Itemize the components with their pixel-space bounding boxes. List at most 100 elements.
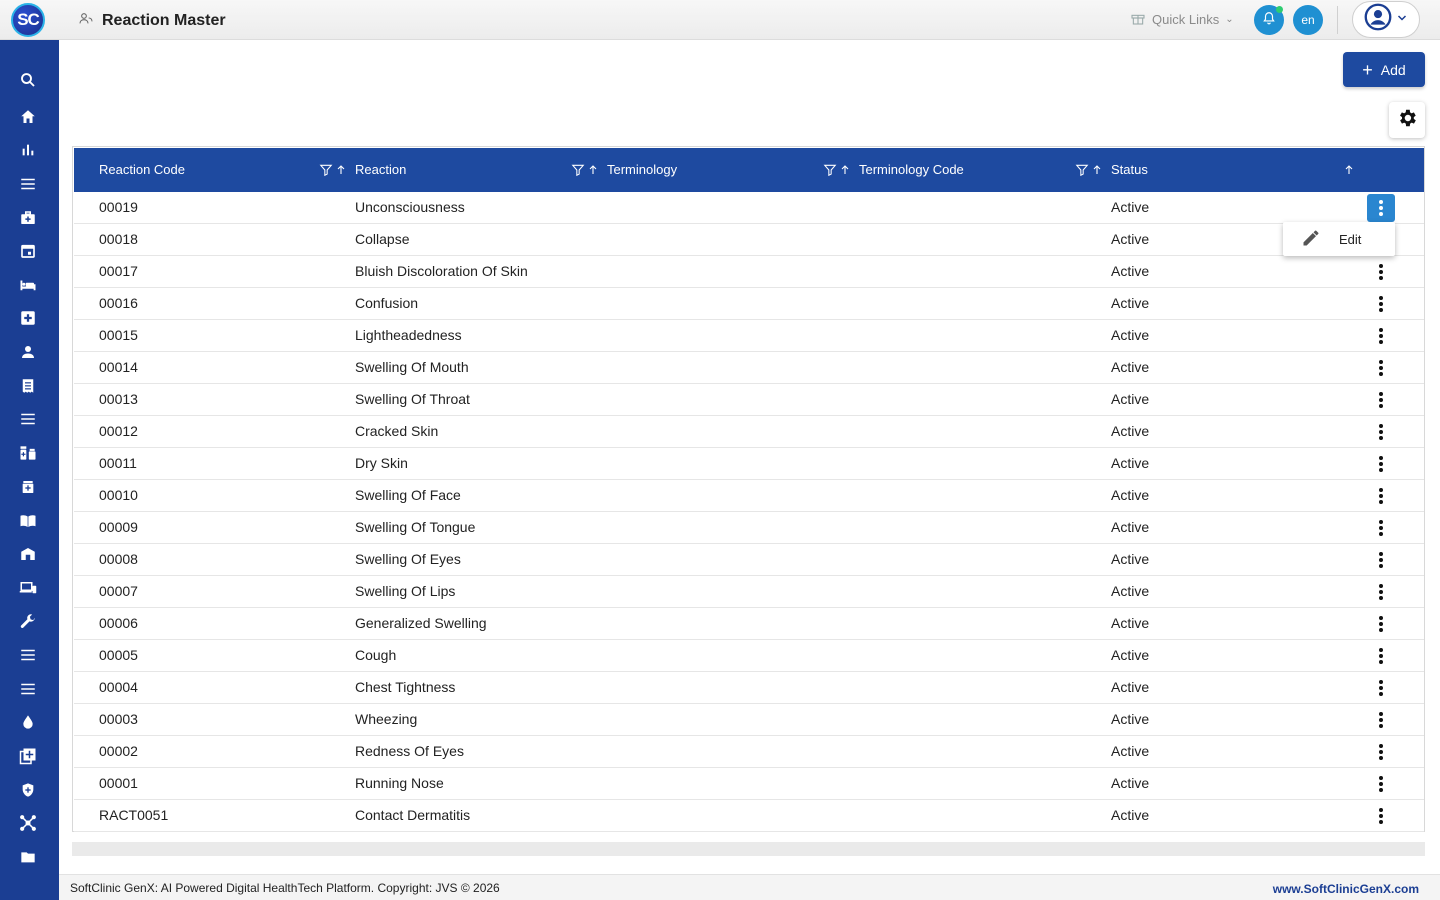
pharmacy-icon[interactable] [17, 442, 39, 464]
cell-reaction: Swelling Of Lips [355, 583, 456, 599]
cell-reaction-code: RACT0051 [99, 807, 169, 823]
table-row[interactable]: 00017 Bluish Discoloration Of Skin Active [74, 256, 1424, 288]
edit-menu-item[interactable]: Edit [1339, 232, 1361, 247]
list-icon[interactable] [17, 408, 39, 430]
folder-icon[interactable] [17, 846, 39, 868]
column-controls[interactable] [1075, 163, 1103, 177]
column-controls[interactable] [1343, 163, 1355, 177]
row-actions-button[interactable] [1367, 770, 1395, 798]
table-row[interactable]: 00013 Swelling Of Throat Active [74, 384, 1424, 416]
book-icon[interactable] [17, 510, 39, 532]
table-row[interactable]: 00002 Redness Of Eyes Active [74, 736, 1424, 768]
row-actions-button[interactable] [1367, 450, 1395, 478]
row-actions-button[interactable] [1367, 706, 1395, 734]
wrench-icon[interactable] [17, 611, 39, 633]
column-controls[interactable] [571, 163, 599, 177]
column-header-terminology[interactable]: Terminology [607, 148, 677, 192]
row-actions-button[interactable] [1367, 802, 1395, 830]
drop-icon[interactable] [17, 711, 39, 733]
table-row[interactable]: 00005 Cough Active [74, 640, 1424, 672]
row-actions-button[interactable] [1367, 674, 1395, 702]
table-row[interactable]: 00010 Swelling Of Face Active [74, 480, 1424, 512]
list-icon[interactable] [17, 678, 39, 700]
table-row[interactable]: 00018 Collapse Active [74, 224, 1424, 256]
table-row[interactable]: 00007 Swelling Of Lips Active [74, 576, 1424, 608]
menu-icon[interactable] [17, 173, 39, 195]
row-actions-button[interactable] [1367, 482, 1395, 510]
row-actions-button[interactable] [1367, 642, 1395, 670]
column-controls[interactable] [823, 163, 851, 177]
person-icon[interactable] [17, 341, 39, 363]
add-button[interactable]: + Add [1343, 52, 1425, 87]
row-actions-button[interactable] [1367, 418, 1395, 446]
bar-chart-icon[interactable] [17, 139, 39, 161]
table-row[interactable]: 00003 Wheezing Active [74, 704, 1424, 736]
column-header-status[interactable]: Status [1111, 148, 1148, 192]
hub-icon[interactable] [17, 812, 39, 834]
bed-icon[interactable] [17, 274, 39, 296]
more-vertical-icon [1379, 424, 1383, 440]
horizontal-scrollbar[interactable] [72, 842, 1425, 856]
table-row[interactable]: 00012 Cracked Skin Active [74, 416, 1424, 448]
row-actions-button[interactable] [1367, 738, 1395, 766]
column-header-reaction[interactable]: Reaction [355, 148, 406, 192]
row-actions-button[interactable] [1367, 578, 1395, 606]
app-logo[interactable]: SC [11, 3, 45, 37]
row-actions-button[interactable] [1367, 610, 1395, 638]
gift-icon [1130, 10, 1146, 29]
table-row[interactable]: 00008 Swelling Of Eyes Active [74, 544, 1424, 576]
row-actions-button[interactable] [1367, 322, 1395, 350]
user-menu-button[interactable] [1352, 1, 1420, 38]
table-row[interactable]: 00006 Generalized Swelling Active [74, 608, 1424, 640]
table-row[interactable]: 00009 Swelling Of Tongue Active [74, 512, 1424, 544]
table-row[interactable]: 00014 Swelling Of Mouth Active [74, 352, 1424, 384]
filter-icon [319, 164, 333, 177]
column-controls[interactable] [319, 163, 347, 177]
cell-reaction: Dry Skin [355, 455, 408, 471]
row-actions-button[interactable] [1367, 386, 1395, 414]
receipt-icon[interactable] [17, 375, 39, 397]
row-actions-button[interactable] [1367, 546, 1395, 574]
table-row[interactable]: 00019 Unconsciousness Active [74, 192, 1424, 224]
medicine-box-icon[interactable] [17, 476, 39, 498]
cell-reaction-code: 00003 [99, 711, 138, 727]
medical-plus-icon[interactable] [17, 307, 39, 329]
row-actions-button[interactable] [1367, 354, 1395, 382]
cell-reaction: Swelling Of Mouth [355, 359, 469, 375]
table-row[interactable]: RACT0051 Contact Dermatitis Active [74, 800, 1424, 832]
row-actions-button[interactable] [1367, 194, 1395, 222]
table-settings-button[interactable] [1389, 102, 1425, 138]
list-icon[interactable] [17, 644, 39, 666]
row-actions-button[interactable] [1367, 514, 1395, 542]
table-row[interactable]: 00015 Lightheadedness Active [74, 320, 1424, 352]
row-actions-button[interactable] [1367, 290, 1395, 318]
table-row[interactable]: 00001 Running Nose Active [74, 768, 1424, 800]
cell-status: Active [1111, 647, 1150, 663]
column-header-reaction-code[interactable]: Reaction Code [99, 148, 185, 192]
cell-status: Active [1111, 423, 1150, 439]
cell-status: Active [1111, 743, 1150, 759]
calendar-icon[interactable] [17, 240, 39, 262]
table-row[interactable]: 00016 Confusion Active [74, 288, 1424, 320]
add-box-icon[interactable] [17, 745, 39, 767]
quick-links-dropdown[interactable]: Quick Links ⌄ [1130, 10, 1234, 29]
table-row[interactable]: 00011 Dry Skin Active [74, 448, 1424, 480]
notification-button[interactable] [1254, 5, 1284, 35]
column-header-terminology-code[interactable]: Terminology Code [859, 148, 964, 192]
language-button[interactable]: en [1293, 5, 1323, 35]
medical-bag-icon[interactable] [17, 207, 39, 229]
table-row[interactable]: 00004 Chest Tightness Active [74, 672, 1424, 704]
cell-status: Active [1111, 359, 1150, 375]
cell-reaction-code: 00002 [99, 743, 138, 759]
row-actions-button[interactable] [1367, 258, 1395, 286]
search-icon[interactable] [17, 69, 39, 91]
store-icon[interactable] [17, 543, 39, 565]
shield-icon[interactable] [17, 779, 39, 801]
home-icon[interactable] [17, 106, 39, 128]
cell-status: Active [1111, 775, 1150, 791]
footer: SoftClinic GenX: AI Powered Digital Heal… [59, 874, 1440, 900]
footer-website-link[interactable]: www.SoftClinicGenX.com [1273, 882, 1419, 896]
devices-icon[interactable] [17, 577, 39, 599]
more-vertical-icon [1379, 456, 1383, 472]
cell-reaction-code: 00007 [99, 583, 138, 599]
